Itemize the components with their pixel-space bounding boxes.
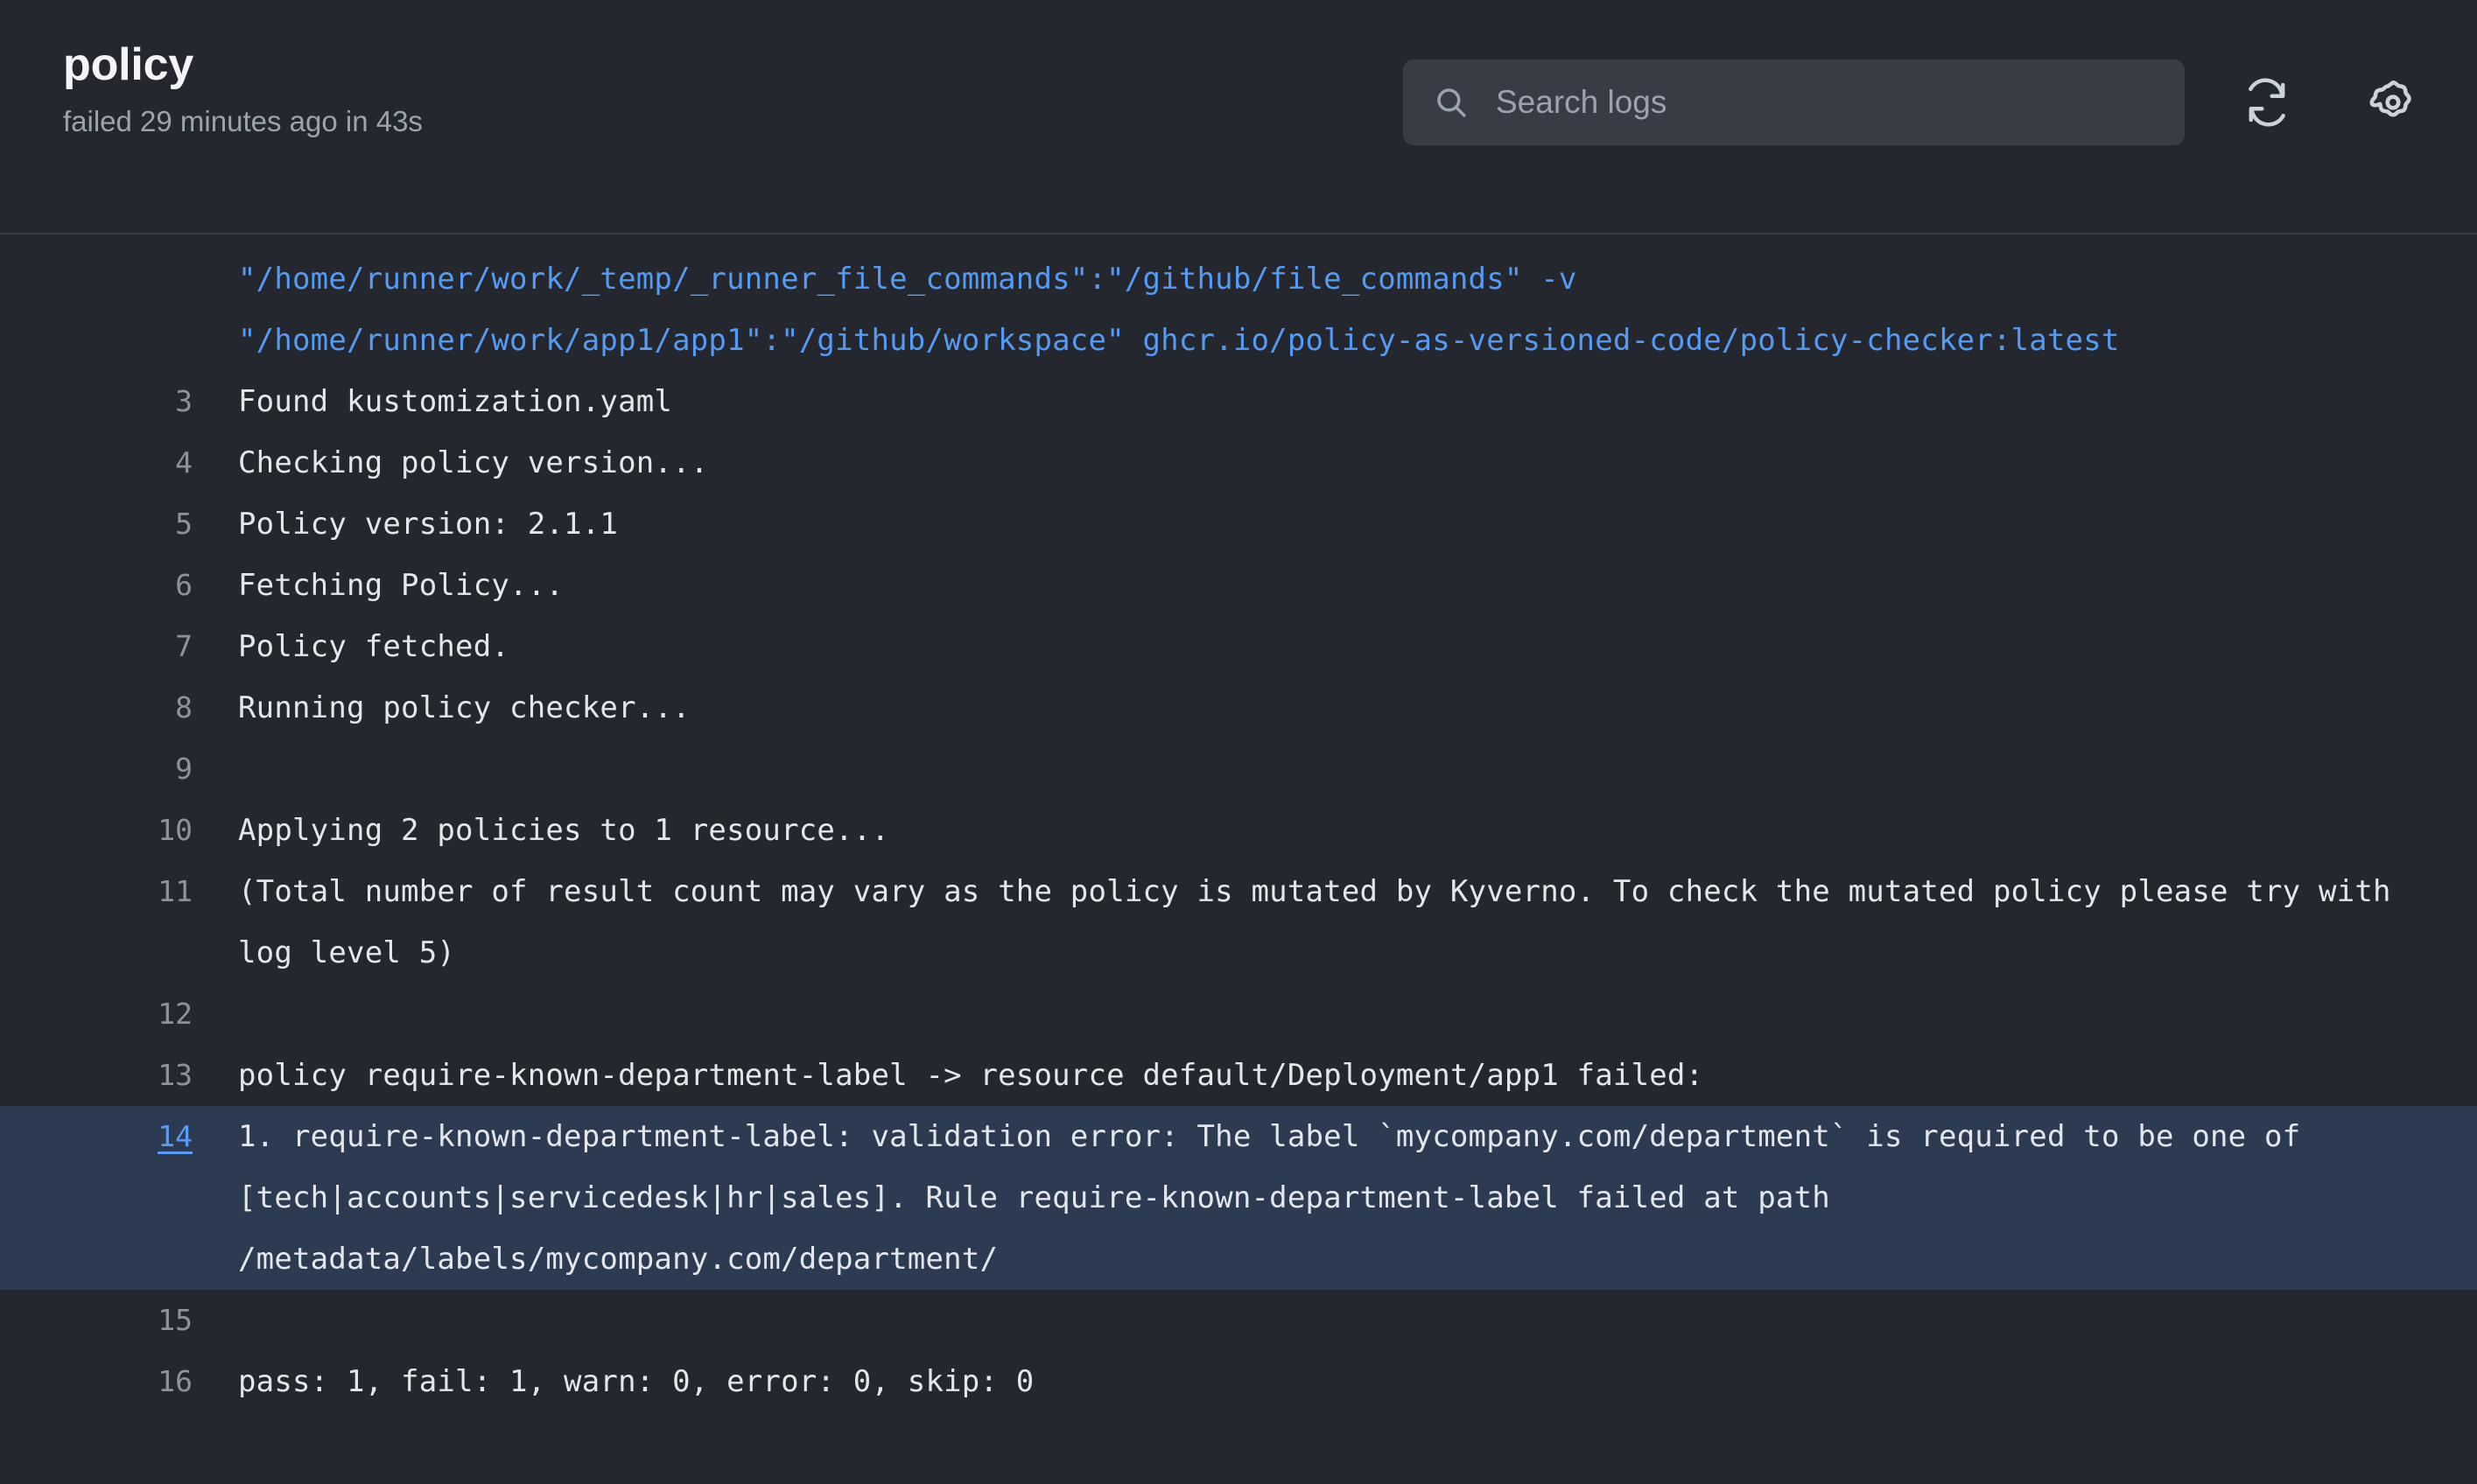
log-line: 12 (0, 984, 2477, 1045)
log-line: "/home/runner/work/app1/app1":"/github/w… (0, 310, 2477, 371)
log-line: 8 Running policy checker... (0, 677, 2477, 738)
log-line: "/home/runner/work/_temp/_runner_file_co… (0, 248, 2477, 310)
log-line-number[interactable]: 13 (42, 1045, 193, 1106)
log-line-number[interactable]: 16 (42, 1351, 193, 1412)
log-line-text: "/home/runner/work/_temp/_runner_file_co… (238, 262, 1577, 297)
log-line-text: Fetching Policy... (238, 568, 565, 603)
log-line-number[interactable]: 7 (42, 616, 193, 677)
log-line-number[interactable]: 11 (42, 861, 193, 922)
search-logs-box[interactable] (1403, 60, 2185, 145)
log-line-text: "/home/runner/work/app1/app1":"/github/w… (238, 323, 2120, 358)
log-line-number[interactable]: 15 (42, 1290, 193, 1351)
search-icon (1433, 84, 1470, 121)
log-line-text: Checking policy version... (238, 445, 709, 480)
search-input[interactable] (1494, 83, 2155, 122)
log-line: 3 Found kustomization.yaml (0, 371, 2477, 432)
log-line: 4 Checking policy version... (0, 432, 2477, 494)
log-line-text: Running policy checker... (238, 690, 691, 725)
refresh-button[interactable] (2225, 60, 2309, 144)
log-line: 6 Fetching Policy... (0, 555, 2477, 616)
log-line: 9 (0, 738, 2477, 800)
log-line: 15 (0, 1290, 2477, 1351)
gear-icon (2368, 77, 2418, 128)
refresh-icon (2242, 78, 2291, 127)
job-status-text: failed 29 minutes ago in 43s (63, 105, 423, 137)
settings-button[interactable] (2351, 60, 2435, 144)
log-line-number[interactable]: 9 (42, 738, 193, 800)
log-line-number[interactable]: 12 (42, 984, 193, 1045)
log-line-number[interactable]: 6 (42, 555, 193, 616)
log-line-text: pass: 1, fail: 1, warn: 0, error: 0, ski… (238, 1364, 1035, 1399)
log-line-number[interactable]: 5 (42, 494, 193, 555)
log-line: 5 Policy version: 2.1.1 (0, 494, 2477, 555)
log-line-text: (Total number of result count may vary a… (238, 874, 2410, 970)
log-line: 16 pass: 1, fail: 1, warn: 0, error: 0, s… (0, 1351, 2477, 1412)
log-line-text: Found kustomization.yaml (238, 384, 673, 419)
log-line-text: Policy fetched. (238, 629, 510, 664)
log-line: 11 (Total number of result count may vary… (0, 861, 2477, 984)
header-actions (1403, 60, 2435, 145)
log-line-number[interactable]: 14 (42, 1106, 193, 1167)
log-line: 7 Policy fetched. (0, 616, 2477, 677)
log-line-number[interactable]: 3 (42, 371, 193, 432)
log-output[interactable]: "/home/runner/work/_temp/_runner_file_co… (0, 234, 2477, 1412)
log-line-number[interactable]: 10 (42, 800, 193, 861)
log-line: 10 Applying 2 policies to 1 resource... (0, 800, 2477, 861)
job-header-info: policy failed 29 minutes ago in 43s (63, 42, 423, 136)
page-title: policy (63, 39, 194, 90)
log-line: 13 policy require-known-department-label … (0, 1045, 2477, 1106)
log-header: policy failed 29 minutes ago in 43s (0, 0, 2477, 234)
job-log-viewer: policy failed 29 minutes ago in 43s Sear… (0, 0, 2477, 1484)
log-line-text: policy require-known-department-label ->… (238, 1058, 1704, 1093)
log-line-text: Policy version: 2.1.1 (238, 507, 619, 542)
log-line-text: Applying 2 policies to 1 resource... (238, 813, 890, 848)
log-line-number[interactable]: 4 (42, 432, 193, 494)
log-line-text: 1. require-known-department-label: valid… (238, 1119, 2319, 1277)
log-line-number[interactable]: 8 (42, 677, 193, 738)
log-line: 14 1. require-known-department-label: val… (0, 1106, 2477, 1290)
